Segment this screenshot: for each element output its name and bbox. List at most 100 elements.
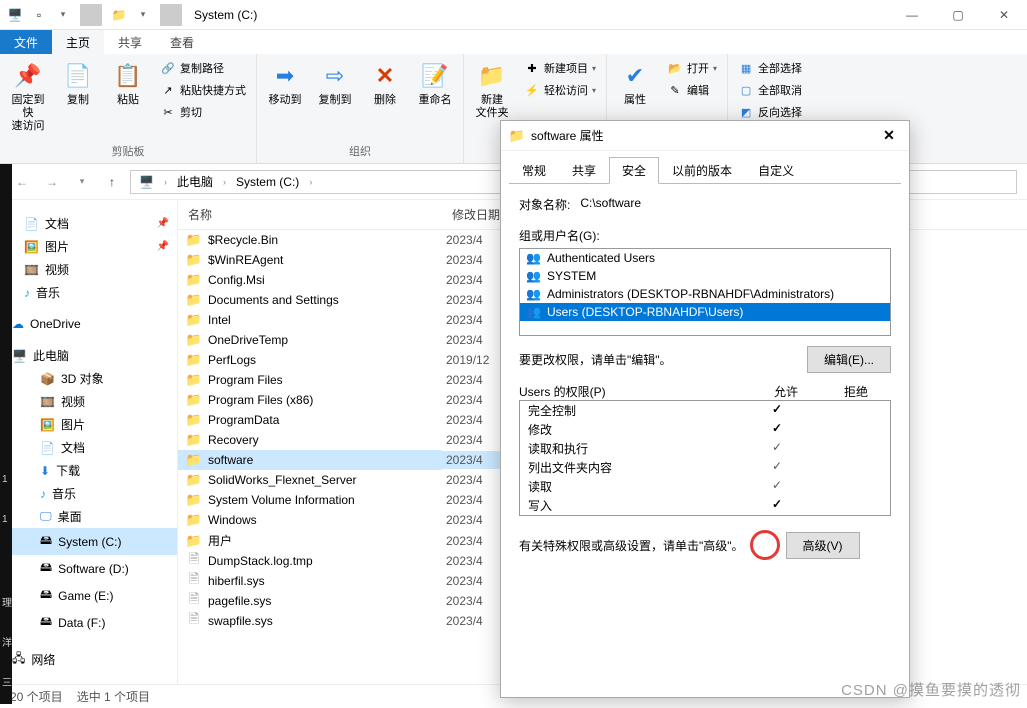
tab-security[interactable]: 安全 xyxy=(609,157,659,184)
nav-pane: 📄文档📌 🖼️图片📌 🎞️视频 ♪音乐 ☁OneDrive 🖥️此电脑 📦3D … xyxy=(0,200,178,684)
perm-allow: ✓ xyxy=(742,402,812,419)
tab-view[interactable]: 查看 xyxy=(156,30,208,54)
invert-button[interactable]: ◩反向选择 xyxy=(734,102,806,122)
easy-access-button[interactable]: ⚡轻松访问▾ xyxy=(520,80,600,100)
perm-name: 完全控制 xyxy=(528,402,742,419)
rename-button[interactable]: 📝重命名 xyxy=(413,58,457,109)
tab-file[interactable]: 文件 xyxy=(0,30,52,54)
group-item[interactable]: 👥SYSTEM xyxy=(520,267,890,285)
nav-videos[interactable]: 🎞️视频 xyxy=(0,258,177,281)
new-folder-button[interactable]: 📁新建 文件夹 xyxy=(470,58,514,122)
file-name: DumpStack.log.tmp xyxy=(208,554,313,568)
minimize-button[interactable]: — xyxy=(889,0,935,30)
tab-sharing[interactable]: 共享 xyxy=(559,157,609,184)
perm-deny xyxy=(812,459,882,476)
cut-button[interactable]: ✂剪切 xyxy=(156,102,250,122)
copy-to-button[interactable]: ⇨复制到 xyxy=(313,58,357,109)
up-button[interactable]: ↑ xyxy=(100,170,124,194)
advanced-button[interactable]: 高级(V) xyxy=(786,532,860,559)
folder-icon: 📁 xyxy=(186,352,202,368)
nav-onedrive[interactable]: ☁OneDrive xyxy=(0,314,177,334)
drive-icon: 🖴 xyxy=(40,531,52,552)
folder-icon: 📁 xyxy=(186,232,202,248)
close-button[interactable]: ✕ xyxy=(981,0,1027,30)
qat-save-icon[interactable]: ▫ xyxy=(28,4,50,26)
delete-button[interactable]: ✕删除 xyxy=(363,58,407,109)
move-to-button[interactable]: ➡移动到 xyxy=(263,58,307,109)
edit-button[interactable]: ✎编辑 xyxy=(663,80,721,100)
nav-pictures[interactable]: 🖼️图片📌 xyxy=(0,235,177,258)
group-item[interactable]: 👥Administrators (DESKTOP-RBNAHDF\Adminis… xyxy=(520,285,890,303)
pc-icon: 🖥️ xyxy=(12,349,27,363)
nav-documents2[interactable]: 📄文档 xyxy=(0,436,177,459)
nav-3d[interactable]: 📦3D 对象 xyxy=(0,367,177,390)
folder-icon: 📁 xyxy=(186,252,202,268)
properties-button[interactable]: ✔属性 xyxy=(613,58,657,109)
nav-network[interactable]: 🖧网络 xyxy=(0,646,177,673)
file-name: Program Files xyxy=(208,373,283,387)
nav-downloads[interactable]: ⬇下载 xyxy=(0,459,177,482)
nav-videos2[interactable]: 🎞️视频 xyxy=(0,390,177,413)
group-organize-label: 组织 xyxy=(263,141,457,161)
group-item[interactable]: 👥Authenticated Users xyxy=(520,249,890,267)
new-item-button[interactable]: ✚新建项目▾ xyxy=(520,58,600,78)
maximize-button[interactable]: ▢ xyxy=(935,0,981,30)
nav-drive-d[interactable]: 🖴Software (D:) xyxy=(0,555,177,582)
nav-drive-f[interactable]: 🖴Data (F:) xyxy=(0,609,177,636)
forward-button[interactable]: → xyxy=(40,170,64,194)
nav-drive-c[interactable]: 🖴System (C:) xyxy=(0,528,177,555)
tab-share[interactable]: 共享 xyxy=(104,30,156,54)
tab-previous[interactable]: 以前的版本 xyxy=(659,157,745,184)
group-item[interactable]: 👥Users (DESKTOP-RBNAHDF\Users) xyxy=(520,303,890,321)
properties-dialog: 📁 software 属性 ✕ 常规 共享 安全 以前的版本 自定义 对象名称:… xyxy=(500,120,910,698)
crumb-drive[interactable]: System (C:) xyxy=(232,175,303,189)
open-icon: 📂 xyxy=(667,60,683,76)
back-button[interactable]: ← xyxy=(10,170,34,194)
nav-music2[interactable]: ♪音乐 xyxy=(0,482,177,505)
folder-icon: 📁 xyxy=(186,272,202,288)
separator xyxy=(160,4,182,26)
file-name: hiberfil.sys xyxy=(208,574,265,588)
file-icon: 🗎 xyxy=(186,553,202,569)
file-name: Program Files (x86) xyxy=(208,393,313,407)
nav-thispc[interactable]: 🖥️此电脑 xyxy=(0,344,177,367)
recent-dd[interactable]: ▾ xyxy=(70,170,94,194)
dialog-close-button[interactable]: ✕ xyxy=(877,124,901,148)
groups-listbox[interactable]: 👥Authenticated Users👥SYSTEM👥Administrato… xyxy=(519,248,891,336)
nav-documents[interactable]: 📄文档📌 xyxy=(0,212,177,235)
crumb-pc[interactable]: 此电脑 xyxy=(173,173,217,190)
tab-custom[interactable]: 自定义 xyxy=(745,157,807,184)
music-icon: ♪ xyxy=(40,487,46,501)
rename-icon: 📝 xyxy=(419,60,451,92)
paste-shortcut-button[interactable]: ↗粘贴快捷方式 xyxy=(156,80,250,100)
file-name: pagefile.sys xyxy=(208,594,271,608)
select-none-button[interactable]: ▢全部取消 xyxy=(734,80,806,100)
file-name: SolidWorks_Flexnet_Server xyxy=(208,473,357,487)
edit-button[interactable]: 编辑(E)... xyxy=(807,346,891,373)
pin-button[interactable]: 📌固定到快 速访问 xyxy=(6,58,50,136)
copy-button[interactable]: 📄复制 xyxy=(56,58,100,109)
qat-down-icon[interactable]: ▾ xyxy=(52,4,74,26)
nav-desktop[interactable]: 🖵桌面 xyxy=(0,505,177,528)
perm-deny xyxy=(812,497,882,514)
copy-to-icon: ⇨ xyxy=(319,60,351,92)
nav-drive-e[interactable]: 🖴Game (E:) xyxy=(0,582,177,609)
annotation-circle xyxy=(750,530,780,560)
network-icon: 🖧 xyxy=(12,649,25,670)
copy-path-button[interactable]: 🔗复制路径 xyxy=(156,58,250,78)
perm-name: 读取和执行 xyxy=(528,440,742,457)
select-all-button[interactable]: ▦全部选择 xyxy=(734,58,806,78)
tab-home[interactable]: 主页 xyxy=(52,30,104,54)
col-name[interactable]: 名称 xyxy=(178,200,442,229)
tab-general[interactable]: 常规 xyxy=(509,157,559,184)
perm-label: Users 的权限(P) xyxy=(519,383,751,400)
object-label: 对象名称: xyxy=(519,196,570,213)
nav-pictures2[interactable]: 🖼️图片 xyxy=(0,413,177,436)
perm-row: 列出文件夹内容✓ xyxy=(520,458,890,477)
qat-dd-icon[interactable]: ▾ xyxy=(132,4,154,26)
open-button[interactable]: 📂打开▾ xyxy=(663,58,721,78)
folder-icon: 📁 xyxy=(186,452,202,468)
paste-button[interactable]: 📋粘贴 xyxy=(106,58,150,109)
perm-name: 读取 xyxy=(528,478,742,495)
nav-music[interactable]: ♪音乐 xyxy=(0,281,177,304)
